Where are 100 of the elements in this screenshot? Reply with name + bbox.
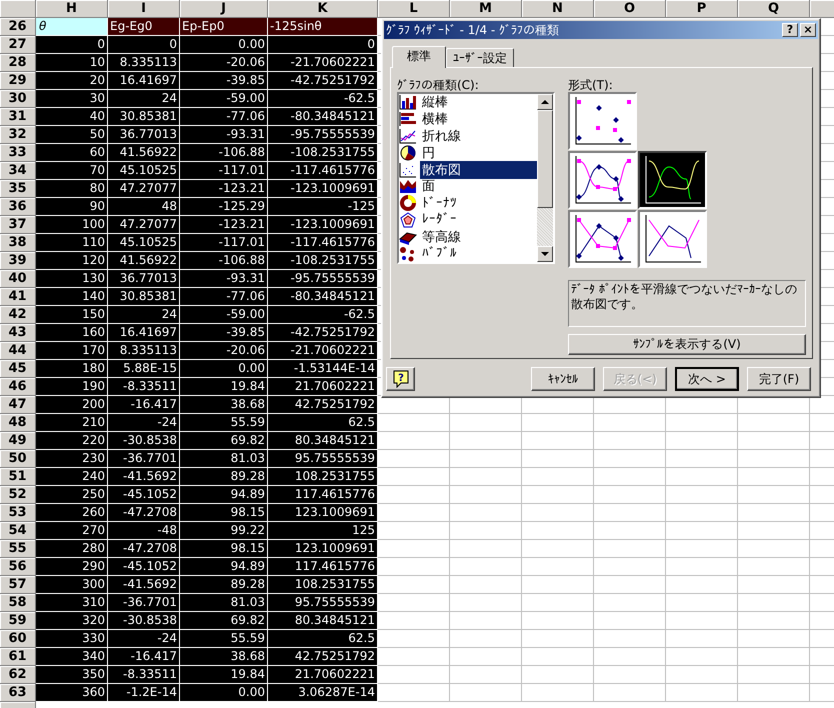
close-button[interactable]: × bbox=[800, 23, 816, 37]
chart-subtype-option[interactable] bbox=[638, 210, 707, 268]
chart-subtype-option[interactable] bbox=[568, 210, 637, 268]
doughnut-chart-icon bbox=[399, 195, 417, 212]
table-cell bbox=[738, 576, 810, 594]
row-header[interactable]: 30 bbox=[0, 90, 36, 108]
scroll-down-button[interactable] bbox=[537, 246, 553, 262]
column-header[interactable]: I bbox=[108, 0, 180, 18]
table-cell bbox=[450, 594, 522, 612]
list-item[interactable]: ﾄﾞｰﾅﾂ bbox=[399, 194, 537, 212]
row-header[interactable]: 52 bbox=[0, 486, 36, 504]
help-button[interactable]: ? bbox=[386, 367, 415, 391]
row-header[interactable]: 42 bbox=[0, 306, 36, 324]
column-header[interactable] bbox=[810, 0, 834, 18]
table-cell: -59.00 bbox=[180, 306, 268, 324]
table-cell: 125 bbox=[268, 522, 378, 540]
table-cell bbox=[738, 450, 810, 468]
row-header[interactable]: 49 bbox=[0, 432, 36, 450]
row-header[interactable]: 40 bbox=[0, 270, 36, 288]
row-header[interactable]: 31 bbox=[0, 108, 36, 126]
table-cell bbox=[738, 612, 810, 630]
column-header[interactable]: N bbox=[522, 0, 594, 18]
chart-subtype-option[interactable] bbox=[568, 151, 637, 209]
row-header[interactable]: 26 bbox=[0, 18, 36, 36]
table-cell: 98.15 bbox=[180, 540, 268, 558]
table-cell: Ep-Ep0 bbox=[180, 18, 268, 36]
row-header[interactable]: 37 bbox=[0, 216, 36, 234]
row-header[interactable]: 32 bbox=[0, 126, 36, 144]
column-header[interactable]: P bbox=[666, 0, 738, 18]
table-cell: 38.68 bbox=[180, 648, 268, 666]
table-cell: 94.89 bbox=[180, 486, 268, 504]
row-header[interactable]: 59 bbox=[0, 612, 36, 630]
row-header[interactable]: 54 bbox=[0, 522, 36, 540]
row-header[interactable]: 36 bbox=[0, 198, 36, 216]
row-header[interactable]: 61 bbox=[0, 648, 36, 666]
column-header[interactable]: J bbox=[180, 0, 268, 18]
row-header[interactable]: 58 bbox=[0, 594, 36, 612]
row-header[interactable]: 51 bbox=[0, 468, 36, 486]
row-header[interactable]: 55 bbox=[0, 540, 36, 558]
row-header[interactable]: 50 bbox=[0, 450, 36, 468]
row-header[interactable]: 28 bbox=[0, 54, 36, 72]
scrollbar[interactable] bbox=[537, 94, 553, 262]
sample-button[interactable]: ｻﾝﾌﾟﾙを表示する(V) bbox=[568, 334, 806, 355]
list-item[interactable]: 縦棒 bbox=[399, 94, 537, 111]
table-cell: 24 bbox=[108, 90, 180, 108]
column-header[interactable]: M bbox=[450, 0, 522, 18]
row-header[interactable]: 44 bbox=[0, 342, 36, 360]
next-button[interactable]: 次へ > bbox=[675, 367, 739, 391]
table-cell: 80.34845121 bbox=[268, 432, 378, 450]
tab[interactable]: ﾕｰｻﾞｰ設定 bbox=[446, 48, 514, 67]
table-cell bbox=[666, 558, 738, 576]
list-item[interactable]: 面 bbox=[399, 178, 537, 195]
list-item[interactable]: 円 bbox=[399, 144, 537, 162]
table-cell bbox=[666, 432, 738, 450]
scroll-up-button[interactable] bbox=[537, 94, 553, 110]
row-header[interactable]: 33 bbox=[0, 144, 36, 162]
table-cell: 16.41697 bbox=[108, 72, 180, 90]
row-header[interactable]: 38 bbox=[0, 234, 36, 252]
table-cell: 62.5 bbox=[268, 414, 378, 432]
row-header[interactable]: 29 bbox=[0, 72, 36, 90]
tab[interactable]: 標準 bbox=[392, 46, 446, 68]
column-header[interactable]: L bbox=[378, 0, 450, 18]
row-header[interactable]: 53 bbox=[0, 504, 36, 522]
cancel-button[interactable]: ｷｬﾝｾﾙ bbox=[531, 367, 595, 391]
row-header[interactable]: 62 bbox=[0, 666, 36, 684]
column-header[interactable]: K bbox=[268, 0, 378, 18]
row-header[interactable]: 46 bbox=[0, 378, 36, 396]
table-cell bbox=[666, 594, 738, 612]
table-cell bbox=[738, 468, 810, 486]
list-item[interactable]: 折れ線 bbox=[399, 128, 537, 144]
list-item[interactable]: 横棒 bbox=[399, 110, 537, 128]
row-header[interactable]: 47 bbox=[0, 396, 36, 414]
column-header[interactable]: O bbox=[594, 0, 666, 18]
column-header[interactable]: Q bbox=[738, 0, 810, 18]
row-header[interactable]: 39 bbox=[0, 252, 36, 270]
table-cell: 30.85381 bbox=[108, 288, 180, 306]
column-header[interactable]: H bbox=[36, 0, 108, 18]
finish-button[interactable]: 完了(F) bbox=[747, 367, 811, 391]
row-header[interactable]: 48 bbox=[0, 414, 36, 432]
row-header[interactable]: 60 bbox=[0, 630, 36, 648]
row-header[interactable]: 56 bbox=[0, 558, 36, 576]
table-cell: 69.82 bbox=[180, 612, 268, 630]
row-header[interactable]: 35 bbox=[0, 180, 36, 198]
row-header[interactable]: 45 bbox=[0, 360, 36, 378]
help-button[interactable]: ? bbox=[782, 23, 798, 37]
row-header[interactable]: 34 bbox=[0, 162, 36, 180]
row-header[interactable]: 57 bbox=[0, 576, 36, 594]
row-header[interactable]: 43 bbox=[0, 324, 36, 342]
row-header[interactable]: 41 bbox=[0, 288, 36, 306]
scroll-thumb[interactable] bbox=[537, 110, 553, 208]
row-header[interactable]: 27 bbox=[0, 36, 36, 54]
table-cell: 150 bbox=[36, 306, 108, 324]
chart-subtype-option[interactable] bbox=[638, 151, 707, 209]
select-all-button[interactable] bbox=[0, 0, 36, 18]
list-item[interactable]: 等高線 bbox=[399, 228, 537, 246]
list-item[interactable]: ﾊﾞﾌﾞﾙ bbox=[399, 245, 537, 262]
row-header[interactable]: 63 bbox=[0, 684, 36, 702]
list-item[interactable]: ﾚｰﾀﾞｰ bbox=[399, 212, 537, 228]
table-cell: 8.335113 bbox=[108, 342, 180, 360]
chart-subtype-option[interactable] bbox=[568, 92, 637, 150]
